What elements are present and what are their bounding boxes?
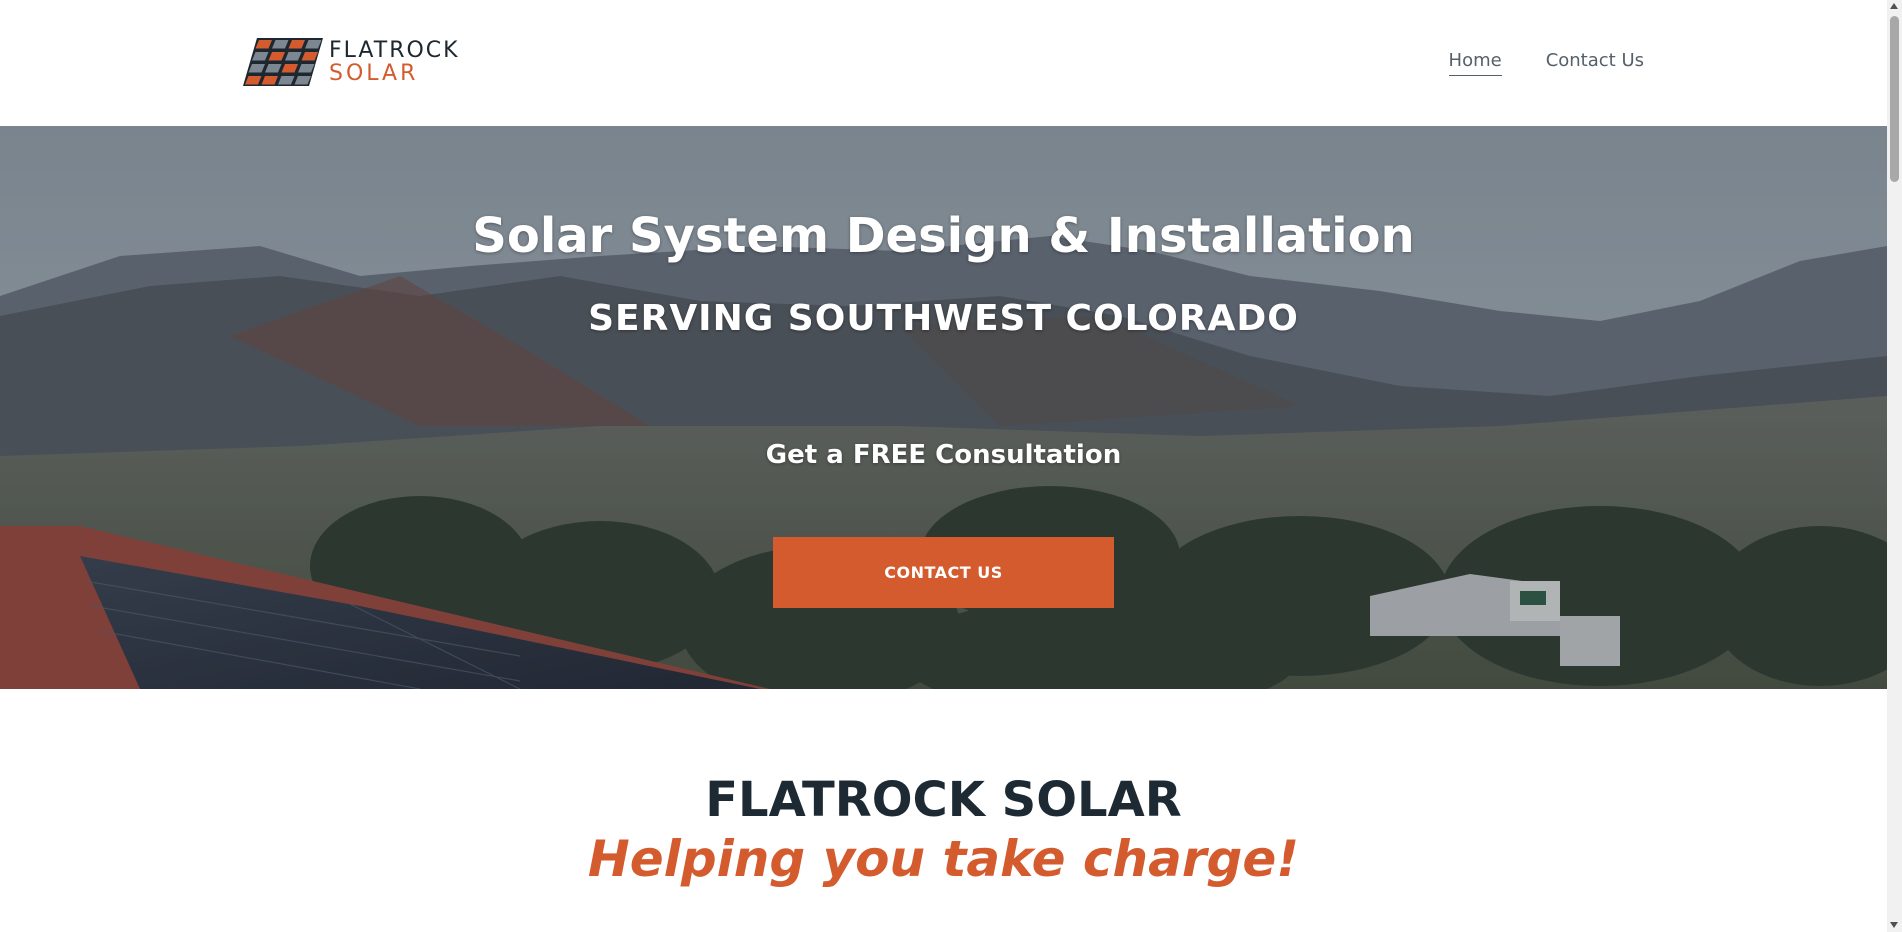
hero-subtitle: SERVING SOUTHWEST COLORADO [588, 298, 1299, 339]
contact-us-button[interactable]: CONTACT US [773, 537, 1114, 608]
logo-wordmark: FLATROCK SOLAR [329, 40, 460, 85]
intro-tagline: Helping you take charge! [587, 830, 1300, 888]
flatrock-solar-logo[interactable]: FLATROCK SOLAR [243, 36, 473, 88]
intro-title: FLATROCK SOLAR [705, 772, 1182, 828]
logo-line-flatrock: FLATROCK [329, 38, 460, 63]
hero-title: Solar System Design & Installation [472, 208, 1415, 264]
scroll-down-arrow-icon[interactable] [1890, 922, 1898, 928]
page-scrollbar[interactable] [1887, 0, 1902, 932]
scrollbar-thumb[interactable] [1890, 16, 1899, 182]
main-nav: Home Contact Us [1448, 50, 1644, 76]
site-header: FLATROCK SOLAR Home Contact Us [0, 0, 1887, 126]
solar-panel-logo-icon [243, 38, 323, 86]
nav-contact-link[interactable]: Contact Us [1546, 50, 1644, 76]
hero-cta-text: Get a FREE Consultation [765, 440, 1122, 470]
scroll-up-arrow-icon[interactable] [1890, 3, 1898, 9]
hero-section: Solar System Design & Installation SERVI… [0, 126, 1887, 689]
nav-home-link[interactable]: Home [1448, 50, 1502, 76]
logo-line-solar: SOLAR [329, 61, 419, 86]
